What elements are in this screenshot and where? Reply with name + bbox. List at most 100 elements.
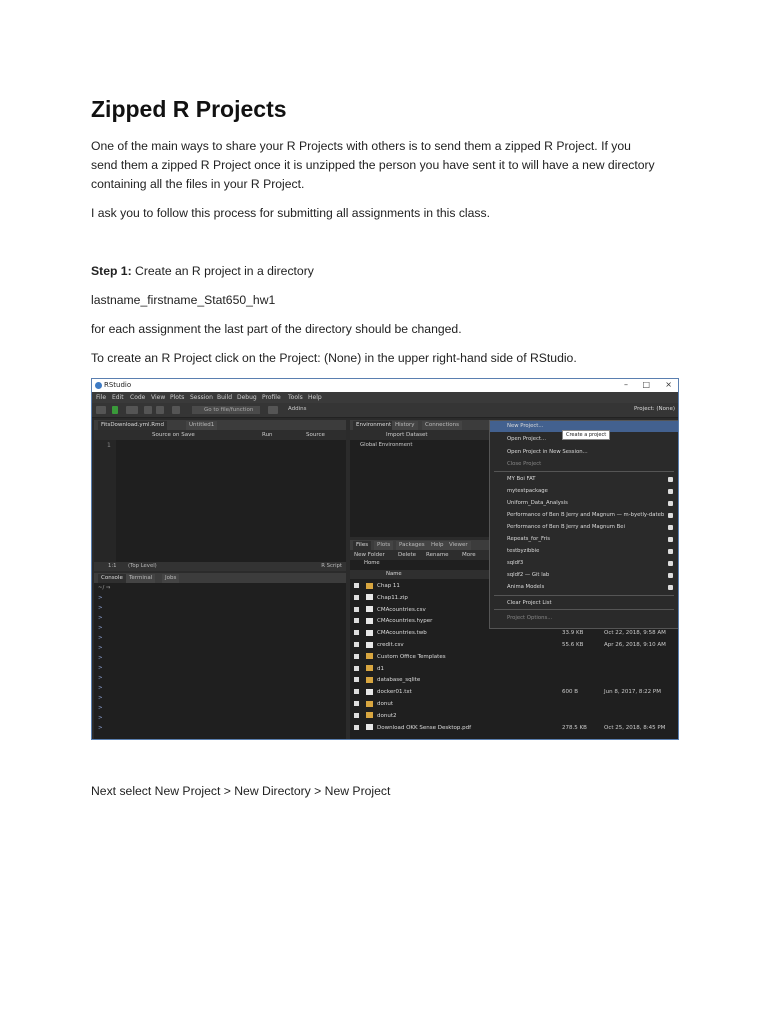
project-menu-item[interactable]: MY Boi FAT bbox=[490, 474, 678, 485]
menu-profile[interactable]: Profile bbox=[262, 394, 281, 401]
tab-environment[interactable]: Environment bbox=[353, 421, 395, 430]
tab-jobs[interactable]: Jobs bbox=[162, 574, 180, 583]
close-icon[interactable]: × bbox=[665, 380, 672, 389]
file-name[interactable]: CMAcountries.hyper bbox=[377, 618, 432, 624]
tab-terminal[interactable]: Terminal bbox=[126, 574, 156, 583]
project-menu-item[interactable]: Open Project in New Session... bbox=[490, 447, 678, 458]
menu-tools[interactable]: Tools bbox=[288, 394, 303, 401]
file-row[interactable]: CMAcountries.twb 33.9 KB Oct 22, 2018, 9:5… bbox=[354, 628, 666, 638]
source-button[interactable]: Source bbox=[306, 430, 325, 440]
file-name[interactable]: CMAcountries.csv bbox=[377, 607, 426, 613]
import-dataset-button[interactable]: Import Dataset bbox=[386, 430, 428, 440]
source-on-save-checkbox[interactable]: Source on Save bbox=[152, 430, 195, 440]
menu-code[interactable]: Code bbox=[130, 394, 145, 401]
run-button[interactable]: Run bbox=[262, 430, 273, 440]
file-row[interactable]: docker01.txt 600 B Jun 8, 2017, 8:22 PM bbox=[354, 687, 661, 697]
more-button[interactable]: More bbox=[462, 550, 476, 560]
print-icon[interactable] bbox=[172, 406, 180, 414]
file-checkbox[interactable] bbox=[354, 642, 359, 647]
open-in-new-session-icon[interactable] bbox=[668, 525, 673, 530]
file-row[interactable]: Download OKK Sense Desktop.pdf 278.5 KB Oc… bbox=[354, 723, 665, 733]
file-name[interactable]: docker01.txt bbox=[377, 689, 412, 695]
menu-file[interactable]: File bbox=[96, 394, 106, 401]
new-folder-button[interactable]: New Folder bbox=[354, 550, 385, 560]
file-name[interactable]: credit.csv bbox=[377, 642, 404, 648]
tab-untitled1[interactable]: Untitled1 bbox=[186, 421, 218, 430]
project-menu-item[interactable]: Performance of Ben B Jerry and Magnum — … bbox=[490, 510, 678, 521]
file-name[interactable]: CMAcountries.twb bbox=[377, 630, 427, 636]
open-in-new-session-icon[interactable] bbox=[668, 537, 673, 542]
open-in-new-session-icon[interactable] bbox=[668, 513, 673, 518]
file-row[interactable]: donut2 bbox=[354, 711, 396, 721]
file-name[interactable]: database_sqlite bbox=[377, 677, 420, 683]
file-name[interactable]: Chap11.zip bbox=[377, 595, 408, 601]
file-row[interactable]: database_sqlite bbox=[354, 675, 420, 685]
file-row[interactable]: Chap 11 bbox=[354, 581, 400, 591]
open-in-new-session-icon[interactable] bbox=[668, 501, 673, 506]
project-menu-item[interactable]: Repeats_for_Fris bbox=[490, 534, 678, 545]
project-menu-item[interactable]: sqldf2 — Git lab bbox=[490, 570, 678, 581]
project-menu-item[interactable]: sqldf3 bbox=[490, 558, 678, 569]
menu-help[interactable]: Help bbox=[308, 394, 322, 401]
file-row[interactable]: d1 bbox=[354, 664, 384, 674]
tab-console[interactable]: Console bbox=[98, 574, 126, 583]
file-checkbox[interactable] bbox=[354, 677, 359, 683]
tab-history[interactable]: History bbox=[392, 421, 418, 430]
file-checkbox[interactable] bbox=[354, 583, 359, 588]
minimize-icon[interactable]: – bbox=[624, 380, 628, 389]
open-in-new-session-icon[interactable] bbox=[668, 585, 673, 590]
open-in-new-session-icon[interactable] bbox=[668, 573, 673, 578]
file-type[interactable]: R Script bbox=[321, 562, 342, 571]
file-row[interactable]: credit.csv 55.6 KB Apr 26, 2018, 9:10 AM bbox=[354, 640, 666, 650]
open-in-new-session-icon[interactable] bbox=[668, 477, 673, 482]
file-checkbox[interactable] bbox=[354, 594, 359, 600]
file-checkbox[interactable] bbox=[354, 689, 359, 695]
file-checkbox[interactable] bbox=[354, 630, 359, 636]
home-breadcrumb[interactable]: Home bbox=[364, 560, 380, 566]
save-all-icon[interactable] bbox=[156, 406, 164, 414]
tab-packages[interactable]: Packages bbox=[396, 541, 428, 550]
file-checkbox[interactable] bbox=[354, 724, 359, 730]
tab-plots[interactable]: Plots bbox=[374, 541, 394, 550]
file-checkbox[interactable] bbox=[354, 701, 359, 706]
grid-icon[interactable] bbox=[268, 406, 278, 414]
open-in-new-session-icon[interactable] bbox=[668, 549, 673, 554]
file-row[interactable]: CMAcountries.csv bbox=[354, 605, 426, 615]
rename-button[interactable]: Rename bbox=[426, 550, 449, 560]
file-name[interactable]: donut2 bbox=[377, 713, 396, 719]
file-row[interactable]: CMAcountries.hyper bbox=[354, 616, 432, 626]
project-menu-item[interactable]: Anima Models bbox=[490, 582, 678, 593]
menu-plots[interactable]: Plots bbox=[170, 394, 184, 401]
file-name[interactable]: donut bbox=[377, 701, 393, 707]
project-menu-item[interactable]: testbyzibbie bbox=[490, 546, 678, 557]
file-checkbox[interactable] bbox=[354, 606, 359, 612]
new-project-icon[interactable] bbox=[112, 406, 118, 414]
scope-indicator[interactable]: (Top Level) bbox=[128, 562, 157, 571]
project-menu-item[interactable]: Uniform_Data_Analysis bbox=[490, 498, 678, 509]
project-menu-item[interactable]: mytestpackage bbox=[490, 486, 678, 497]
file-row[interactable]: Chap11.zip bbox=[354, 593, 408, 603]
project-menu-item[interactable]: Performance of Ben B Jerry and Magnum Be… bbox=[490, 522, 678, 533]
tab-files[interactable]: Files bbox=[353, 541, 372, 550]
file-row[interactable]: donut bbox=[354, 699, 393, 709]
menu-edit[interactable]: Edit bbox=[112, 394, 124, 401]
file-checkbox[interactable] bbox=[354, 665, 359, 671]
open-file-icon[interactable] bbox=[126, 406, 138, 414]
file-checkbox[interactable] bbox=[354, 618, 359, 624]
tab-connections[interactable]: Connections bbox=[422, 421, 462, 430]
menu-session[interactable]: Session bbox=[190, 394, 213, 401]
goto-file-input[interactable]: Go to file/function bbox=[192, 406, 260, 414]
addins-menu[interactable]: Addins bbox=[288, 406, 307, 412]
tab-fitsdownload[interactable]: FitsDownload.yml.Rmd bbox=[98, 421, 167, 430]
maximize-icon[interactable]: □ bbox=[642, 380, 650, 389]
file-name[interactable]: d1 bbox=[377, 666, 384, 672]
menu-debug[interactable]: Debug bbox=[237, 394, 257, 401]
menu-view[interactable]: View bbox=[151, 394, 165, 401]
file-name[interactable]: Custom Office Templates bbox=[377, 654, 446, 660]
tab-viewer[interactable]: Viewer bbox=[446, 541, 471, 550]
file-name[interactable]: Download OKK Sense Desktop.pdf bbox=[377, 725, 471, 731]
delete-button[interactable]: Delete bbox=[398, 550, 416, 560]
file-row[interactable]: Custom Office Templates bbox=[354, 652, 446, 662]
menu-build[interactable]: Build bbox=[217, 394, 232, 401]
project-menu-item[interactable]: Clear Project List bbox=[490, 598, 678, 609]
